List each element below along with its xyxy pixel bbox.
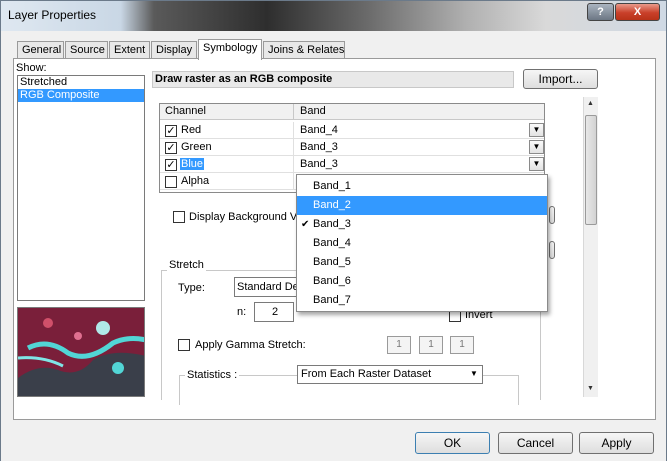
show-list: Stretched RGB Composite xyxy=(17,75,145,301)
tab-symbology[interactable]: Symbology xyxy=(198,39,262,60)
layer-properties-dialog: Layer Properties ? X General Source Exte… xyxy=(0,0,667,461)
band-value: Band_4 xyxy=(300,124,338,136)
type-label: Type: xyxy=(178,282,205,294)
chevron-down-icon[interactable]: ▼ xyxy=(529,140,544,154)
column-header-band: Band xyxy=(300,105,326,117)
band-value: Band_3 xyxy=(300,158,338,170)
channel-name: Green xyxy=(181,141,212,153)
chevron-down-icon: ▼ xyxy=(470,369,478,378)
scroll-down-icon[interactable]: ▼ xyxy=(587,385,594,392)
tab-source[interactable]: Source xyxy=(65,41,108,59)
channel-name: Blue xyxy=(180,158,205,170)
statistics-label: Statistics : xyxy=(185,369,240,381)
scrollbar-thumb[interactable] xyxy=(585,115,597,225)
tab-display[interactable]: Display xyxy=(151,41,197,59)
gamma-green-input[interactable]: 1 xyxy=(419,336,443,354)
gamma-stretch-checkbox[interactable] xyxy=(178,339,190,351)
gamma-red-input[interactable]: 1 xyxy=(387,336,411,354)
chevron-down-icon[interactable]: ▼ xyxy=(529,123,544,137)
table-row: ✓ Green Band_3 ▼ xyxy=(160,139,544,156)
window-title: Layer Properties xyxy=(8,8,97,22)
symbology-heading: Draw raster as an RGB composite xyxy=(152,71,514,88)
band-option-4[interactable]: Band_4 xyxy=(297,234,547,253)
band-dropdown-list: Band_1 Band_2 ✔ Band_3 Band_4 Band_5 Band… xyxy=(296,174,548,312)
tab-general[interactable]: General xyxy=(17,41,64,59)
close-button[interactable]: X xyxy=(615,3,660,21)
channel-name: Red xyxy=(181,124,202,136)
hidden-dropdown-edge xyxy=(549,241,555,259)
show-item-stretched[interactable]: Stretched xyxy=(18,76,144,89)
n-input[interactable]: 2 xyxy=(254,302,294,322)
channel-name: Alpha xyxy=(181,175,210,187)
band-option-1[interactable]: Band_1 xyxy=(297,177,547,196)
help-button[interactable]: ? xyxy=(587,3,614,21)
apply-button[interactable]: Apply xyxy=(579,432,654,454)
display-background-checkbox[interactable] xyxy=(173,211,185,223)
n-label: n: xyxy=(237,306,247,318)
scroll-up-icon[interactable]: ▲ xyxy=(587,100,594,107)
ok-button[interactable]: OK xyxy=(415,432,490,454)
display-background-label: Display Background Va xyxy=(189,211,303,223)
cancel-button[interactable]: Cancel xyxy=(498,432,573,454)
table-header: Channel Band xyxy=(160,104,544,120)
band-option-3[interactable]: ✔ Band_3 xyxy=(297,215,547,234)
vertical-scrollbar[interactable]: ▲ ▼ xyxy=(583,97,598,397)
table-row: ✓ Blue Band_3 ▼ xyxy=(160,156,544,173)
statistics-value: From Each Raster Dataset xyxy=(301,368,432,380)
tab-joins-relates[interactable]: Joins & Relates xyxy=(263,41,345,59)
hidden-dropdown-edge xyxy=(549,206,555,224)
statistics-select[interactable]: From Each Raster Dataset ▼ xyxy=(297,365,483,384)
alpha-checkbox[interactable] xyxy=(165,176,177,188)
tab-extent[interactable]: Extent xyxy=(109,41,150,59)
band-option-7[interactable]: Band_7 xyxy=(297,291,547,310)
green-checkbox[interactable]: ✓ xyxy=(165,142,177,154)
checkmark-icon: ✔ xyxy=(301,219,310,230)
column-header-channel: Channel xyxy=(165,105,206,117)
raster-preview-thumbnail xyxy=(17,307,145,397)
band-option-6[interactable]: Band_6 xyxy=(297,272,547,291)
stretch-group-label: Stretch xyxy=(167,259,206,271)
raster-preview-image xyxy=(18,308,144,396)
import-button[interactable]: Import... xyxy=(523,69,598,89)
chevron-down-icon[interactable]: ▼ xyxy=(529,157,544,171)
gamma-blue-input[interactable]: 1 xyxy=(450,336,474,354)
show-item-rgb-composite[interactable]: RGB Composite xyxy=(18,89,144,102)
show-label: Show: xyxy=(16,62,47,74)
red-checkbox[interactable]: ✓ xyxy=(165,125,177,137)
band-value: Band_3 xyxy=(300,141,338,153)
band-option-5[interactable]: Band_5 xyxy=(297,253,547,272)
button-bar: OK Cancel Apply xyxy=(1,422,666,461)
gamma-stretch-label: Apply Gamma Stretch: xyxy=(195,339,306,351)
band-option-2[interactable]: Band_2 xyxy=(297,196,547,215)
title-bar[interactable]: Layer Properties ? X xyxy=(1,1,666,31)
table-row: ✓ Red Band_4 ▼ xyxy=(160,122,544,139)
blue-checkbox[interactable]: ✓ xyxy=(165,159,177,171)
